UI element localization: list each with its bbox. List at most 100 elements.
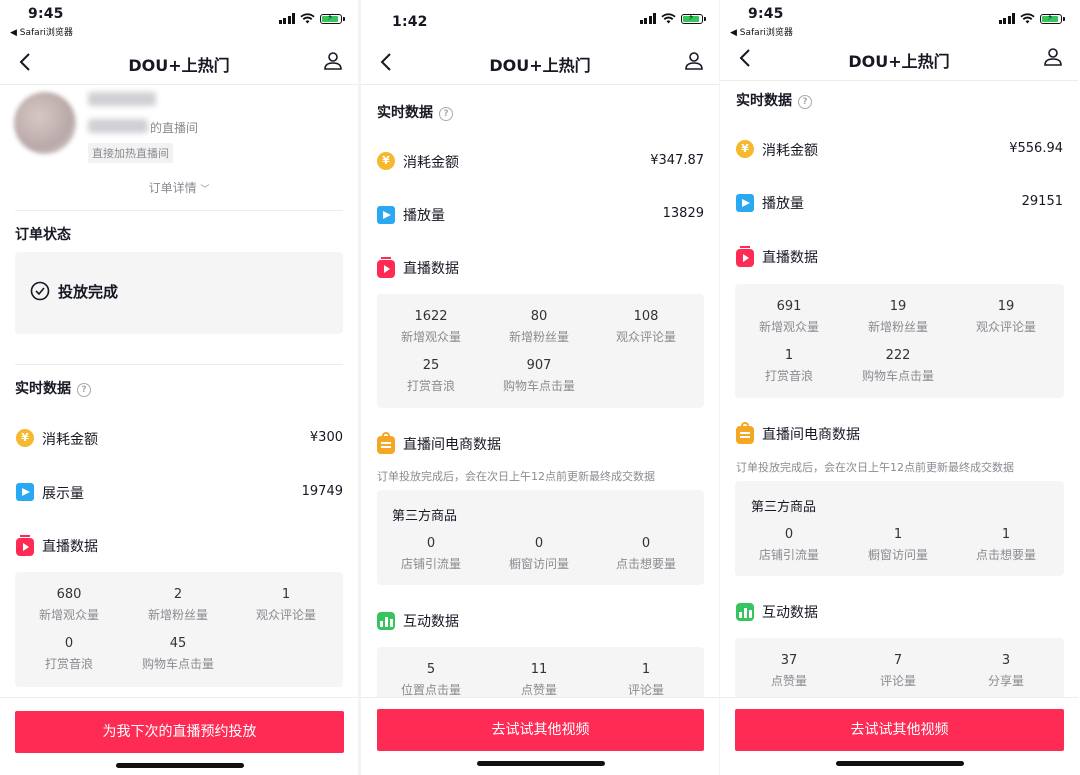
play-icon [377,206,395,224]
stat-cell: 19 新增粉丝量 [843,299,953,335]
plays-label: 播放量 [762,196,804,212]
home-indicator [836,761,964,766]
third-party-title: 第三方商品 [751,500,817,515]
check-circle-icon [30,281,50,301]
user-icon[interactable] [1042,46,1064,68]
realtime-title-text: 实时数据 [15,381,71,397]
back-to-safari-link[interactable]: ◀ Safari浏览器 [730,25,793,38]
stat-label: 点赞量 [520,683,557,697]
status-time: 1:42 [392,14,428,30]
page-title: DOU+上热门 [489,56,591,75]
wifi-icon [300,13,315,24]
stat-cell: 37 点赞量 [734,653,844,689]
user-icon[interactable] [322,50,344,72]
spend-value: ¥556.94 [1009,141,1063,156]
stat-label: 购物车点击量 [141,657,214,671]
stat-label: 新增粉丝量 [147,608,208,622]
live-data-title: 直播数据 [403,261,459,277]
order-detail-toggle[interactable]: 订单详情 ﹀ [0,179,358,196]
stat-cell: 0 店铺引流量 [734,527,844,563]
stat-label: 观众评论量 [615,330,676,344]
stat-cell: 1 点击想要量 [951,527,1061,563]
coin-icon: ¥ [377,152,395,170]
stat-value: 3 [1001,653,1011,668]
live-tv-icon [736,246,754,267]
home-indicator [477,761,605,766]
status-time: 9:45 [28,6,64,22]
home-indicator [116,763,244,768]
plays-value: 29151 [1021,194,1063,209]
help-icon[interactable]: ? [798,95,812,109]
stat-cell: 80 新增粉丝量 [484,309,594,345]
stat-cell: 1 评论量 [591,662,701,698]
stat-value: 0 [534,536,544,551]
stat-value: 45 [169,636,187,651]
order-status-title: 订单状态 [15,227,71,243]
stat-cell: 7 评论量 [843,653,953,689]
battery-icon: ⚡ [1040,13,1065,24]
stat-value: 222 [885,348,911,363]
stat-value: 37 [780,653,798,668]
nav-bar: DOU+上热门 [361,44,719,84]
stat-value: 108 [633,309,659,324]
stat-value: 0 [641,536,651,551]
stat-label: 观众评论量 [975,320,1036,334]
interaction-data-title: 互动数据 [403,614,459,630]
chevron-down-icon: ﹀ [200,185,210,195]
stat-value: 680 [56,587,82,602]
battery-icon: ⚡ [320,13,345,24]
play-icon [736,194,754,212]
status-bar: 9:45 ◀ Safari浏览器 ⚡ [720,0,1078,44]
signal-icon [278,13,295,24]
stat-label: 购物车点击量 [861,369,934,383]
stat-value: 5 [426,662,436,677]
plays-label: 播放量 [403,208,445,224]
stat-label: 新增观众量 [400,330,461,344]
stat-value: 1 [281,587,291,602]
stat-value: 19 [889,299,907,314]
stat-cell: 222 购物车点击量 [843,348,953,384]
realtime-title: 实时数据? [15,378,91,398]
realtime-title-text: 实时数据 [736,93,792,109]
reserve-next-live-button[interactable]: 为我下次的直播预约投放 [15,711,344,753]
interaction-data-title: 互动数据 [762,605,818,621]
try-other-video-button[interactable]: 去试试其他视频 [735,709,1064,751]
user-icon[interactable] [683,50,705,72]
page-title: DOU+上热门 [128,56,230,75]
stat-label: 购物车点击量 [502,379,575,393]
spend-label: 消耗金额 [42,432,98,448]
battery-icon: ⚡ [681,13,706,24]
stat-label: 新增观众量 [38,608,99,622]
spend-value: ¥347.87 [650,153,704,168]
stat-cell: 0 店铺引流量 [376,536,486,572]
back-to-safari-link[interactable]: ◀ Safari浏览器 [10,25,73,38]
stat-cell: 11 点赞量 [484,662,594,698]
stat-label: 点击想要量 [615,557,676,571]
blurred-room-name [88,119,148,133]
bar-chart-icon [377,612,395,630]
try-other-video-button[interactable]: 去试试其他视频 [377,709,704,751]
stat-label: 点赞量 [770,674,807,688]
nav-bar: DOU+上热门 [720,40,1078,80]
stat-cell: 907 购物车点击量 [484,358,594,394]
impressions-label: 展示量 [42,486,84,502]
order-status-value: 投放完成 [58,283,119,301]
stat-value: 0 [784,527,794,542]
coin-icon: ¥ [736,140,754,158]
stat-cell: 691 新增观众量 [734,299,844,335]
stat-cell: 680 新增观众量 [14,587,124,623]
stat-label: 评论量 [879,674,916,688]
coin-icon: ¥ [16,429,34,447]
status-time: 9:45 [748,6,784,22]
stat-cell: 45 购物车点击量 [123,636,233,672]
live-room-suffix: 的直播间 [150,121,199,135]
help-icon[interactable]: ? [77,383,91,397]
avatar [14,92,76,154]
stat-label: 观众评论量 [255,608,316,622]
stat-value: 19 [997,299,1015,314]
realtime-title-text: 实时数据 [377,105,433,121]
stat-cell: 5 位置点击量 [376,662,486,698]
stat-value: 1 [1001,527,1011,542]
help-icon[interactable]: ? [439,107,453,121]
blurred-username [88,92,156,106]
